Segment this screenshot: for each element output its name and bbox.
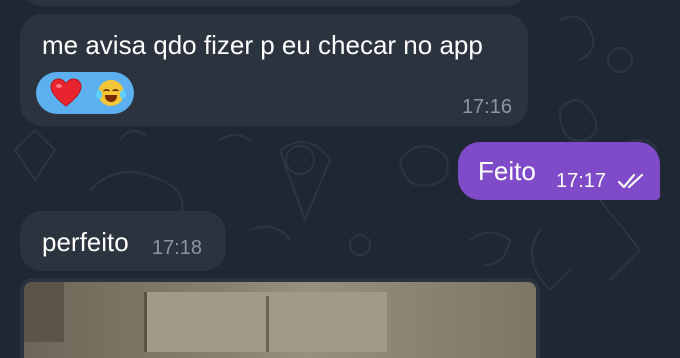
laughing-tears-emoji-icon [96, 80, 126, 106]
outgoing-message-bubble[interactable]: Feito 17:17 [458, 142, 660, 200]
photo-message-bubble[interactable] [20, 278, 540, 358]
incoming-message-bubble[interactable]: perfeito 17:18 [20, 211, 226, 271]
double-check-read-icon [618, 173, 644, 189]
message-text: perfeito [42, 227, 129, 257]
incoming-message-bubble[interactable]: me avisa qdo fizer p eu checar no app 17… [20, 14, 528, 126]
reactions-pill[interactable] [36, 72, 134, 114]
message-time: 17:18 [152, 237, 203, 259]
message-time: 17:17 [556, 170, 607, 192]
previous-message-bubble[interactable] [20, 0, 528, 6]
message-text: Feito [478, 156, 536, 186]
red-heart-icon [50, 78, 82, 107]
message-text: me avisa qdo fizer p eu checar no app [42, 30, 483, 60]
message-time: 17:16 [461, 96, 512, 118]
photo-preview[interactable] [24, 282, 536, 358]
